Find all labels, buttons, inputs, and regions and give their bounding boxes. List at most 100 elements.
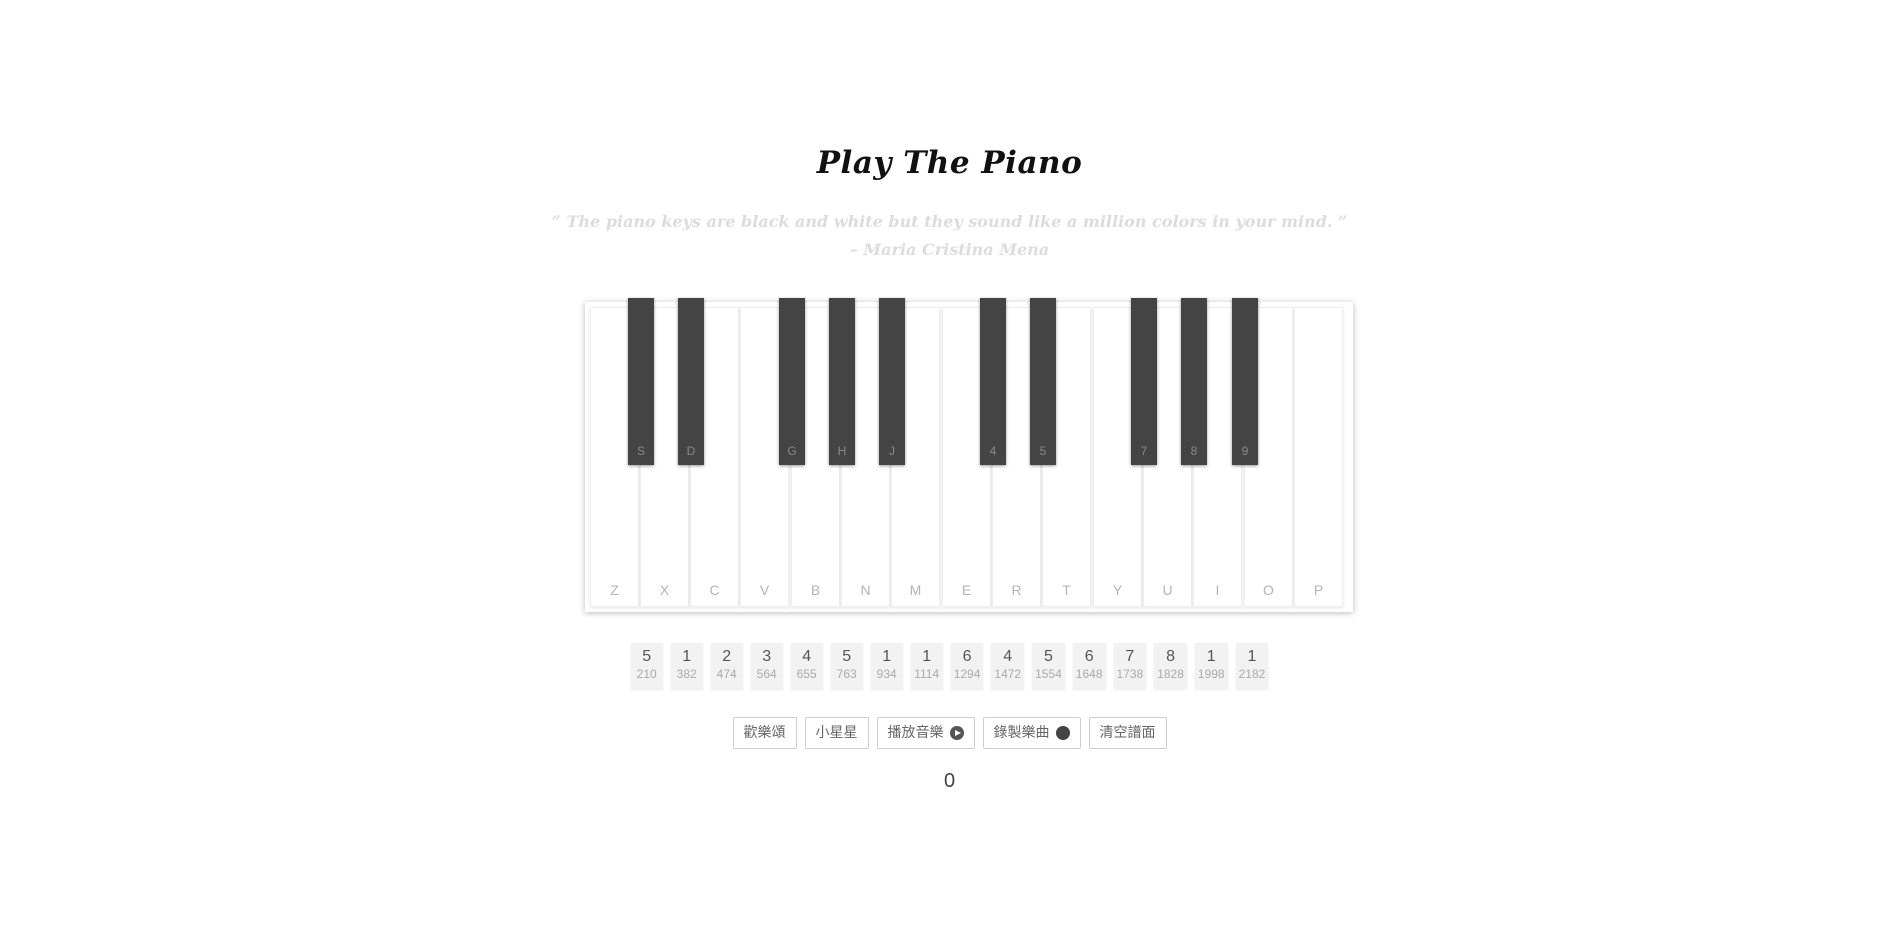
note-time: 1294	[953, 667, 981, 681]
note-time: 564	[756, 667, 777, 681]
app-root: Play The Piano “ The piano keys are blac…	[0, 0, 1899, 945]
key-label: B	[810, 582, 821, 598]
note-chip: 8 1828	[1154, 643, 1187, 689]
black-key[interactable]: 7	[1131, 298, 1157, 465]
black-key[interactable]: J	[879, 298, 905, 465]
key-label: G	[787, 444, 797, 458]
recorded-notes-list: 5 210 1 382 2 474 3 564 4 655 5 763 1 934 1 1114…	[0, 643, 1899, 689]
note-value: 6	[962, 648, 972, 665]
key-label: U	[1162, 582, 1173, 598]
twinkle-star-button[interactable]: 小星星	[804, 717, 869, 749]
note-chip: 5 210	[630, 643, 663, 689]
note-time: 382	[676, 667, 697, 681]
note-chip: 5 1554	[1032, 643, 1065, 689]
note-value: 4	[1003, 648, 1013, 665]
key-label: N	[860, 582, 871, 598]
record-music-button[interactable]: 錄製樂曲	[982, 717, 1081, 749]
black-key[interactable]: 5	[1030, 298, 1056, 465]
key-label: H	[837, 444, 847, 458]
note-time: 763	[836, 667, 857, 681]
play-music-label: 播放音樂	[887, 725, 944, 741]
black-key[interactable]: G	[779, 298, 805, 465]
piano-keyboard: Z X C V B N M E R T Y U I O P S D G H J …	[585, 298, 1353, 612]
time-counter: 0	[943, 770, 956, 792]
note-value: 3	[762, 648, 772, 665]
key-label: P	[1313, 582, 1324, 598]
page-title: Play The Piano	[816, 145, 1083, 181]
key-label: X	[659, 582, 670, 598]
note-value: 5	[642, 648, 652, 665]
quote-author: – Maria Cristina Mena	[849, 240, 1050, 259]
quote-block: “ The piano keys are black and white but…	[0, 208, 1899, 264]
black-key[interactable]: 4	[980, 298, 1006, 465]
note-value: 5	[1043, 648, 1053, 665]
note-value: 1	[1206, 648, 1216, 665]
note-chip: 6 1648	[1072, 643, 1106, 689]
black-key[interactable]: S	[628, 298, 654, 465]
note-value: 6	[1084, 648, 1094, 665]
key-label: 8	[1190, 444, 1198, 458]
key-label: 5	[1039, 444, 1047, 458]
note-time: 2182	[1238, 667, 1266, 681]
note-value: 1	[922, 648, 932, 665]
note-chip: 1 1114	[910, 643, 943, 689]
note-chip: 1 2182	[1235, 643, 1269, 689]
key-label: Y	[1112, 582, 1123, 598]
note-time: 210	[636, 667, 657, 681]
play-music-button[interactable]: 播放音樂	[876, 717, 975, 749]
note-value: 4	[802, 648, 812, 665]
note-chip: 1 1998	[1194, 643, 1228, 689]
note-value: 8	[1166, 648, 1175, 665]
key-label: J	[889, 444, 895, 458]
key-label: E	[961, 582, 972, 598]
note-chip: 4 1472	[991, 643, 1025, 689]
note-time: 655	[796, 667, 817, 681]
key-label: 4	[989, 444, 997, 458]
note-chip: 1 382	[670, 643, 703, 689]
note-time: 474	[716, 667, 737, 681]
key-label: T	[1062, 582, 1071, 598]
clear-score-label: 清空譜面	[1099, 725, 1156, 741]
note-value: 2	[722, 648, 732, 665]
clear-score-button[interactable]: 清空譜面	[1088, 717, 1167, 749]
key-label: S	[636, 444, 645, 458]
note-value: 1	[1247, 648, 1257, 665]
note-chip: 2 474	[710, 643, 743, 689]
note-time: 1998	[1197, 667, 1225, 681]
key-label: M	[909, 582, 922, 598]
key-label: I	[1215, 582, 1220, 598]
ode-to-joy-button[interactable]: 歡樂頌	[732, 717, 797, 749]
quote-text: “ The piano keys are black and white but…	[551, 212, 1348, 231]
key-label: R	[1011, 582, 1022, 598]
note-value: 1	[682, 648, 692, 665]
black-key[interactable]: D	[678, 298, 704, 465]
twinkle-star-label: 小星星	[815, 725, 858, 741]
note-time: 1828	[1157, 667, 1184, 681]
note-chip: 5 763	[830, 643, 863, 689]
key-label: 9	[1241, 444, 1249, 458]
note-time: 1648	[1075, 667, 1103, 681]
note-value: 1	[882, 648, 892, 665]
black-key[interactable]: 8	[1181, 298, 1207, 465]
note-value: 7	[1125, 648, 1135, 665]
key-label: C	[709, 582, 720, 598]
key-label: D	[686, 444, 696, 458]
white-key[interactable]: P	[1294, 307, 1343, 607]
note-time: 1738	[1116, 667, 1144, 681]
note-time: 1554	[1035, 667, 1062, 681]
note-chip: 7 1738	[1113, 643, 1147, 689]
key-label: 7	[1140, 444, 1148, 458]
black-key[interactable]: H	[829, 298, 855, 465]
note-time: 934	[876, 667, 897, 681]
note-chip: 1 934	[870, 643, 903, 689]
black-key[interactable]: 9	[1232, 298, 1258, 465]
note-chip: 3 564	[750, 643, 783, 689]
key-label: Z	[610, 582, 619, 598]
note-chip: 6 1294	[950, 643, 984, 689]
record-music-label: 錄製樂曲	[993, 725, 1050, 741]
note-value: 5	[842, 648, 852, 665]
note-time: 1472	[994, 667, 1022, 681]
note-time: 1114	[914, 667, 940, 681]
note-chip: 4 655	[790, 643, 823, 689]
record-dot-icon	[1055, 726, 1070, 740]
